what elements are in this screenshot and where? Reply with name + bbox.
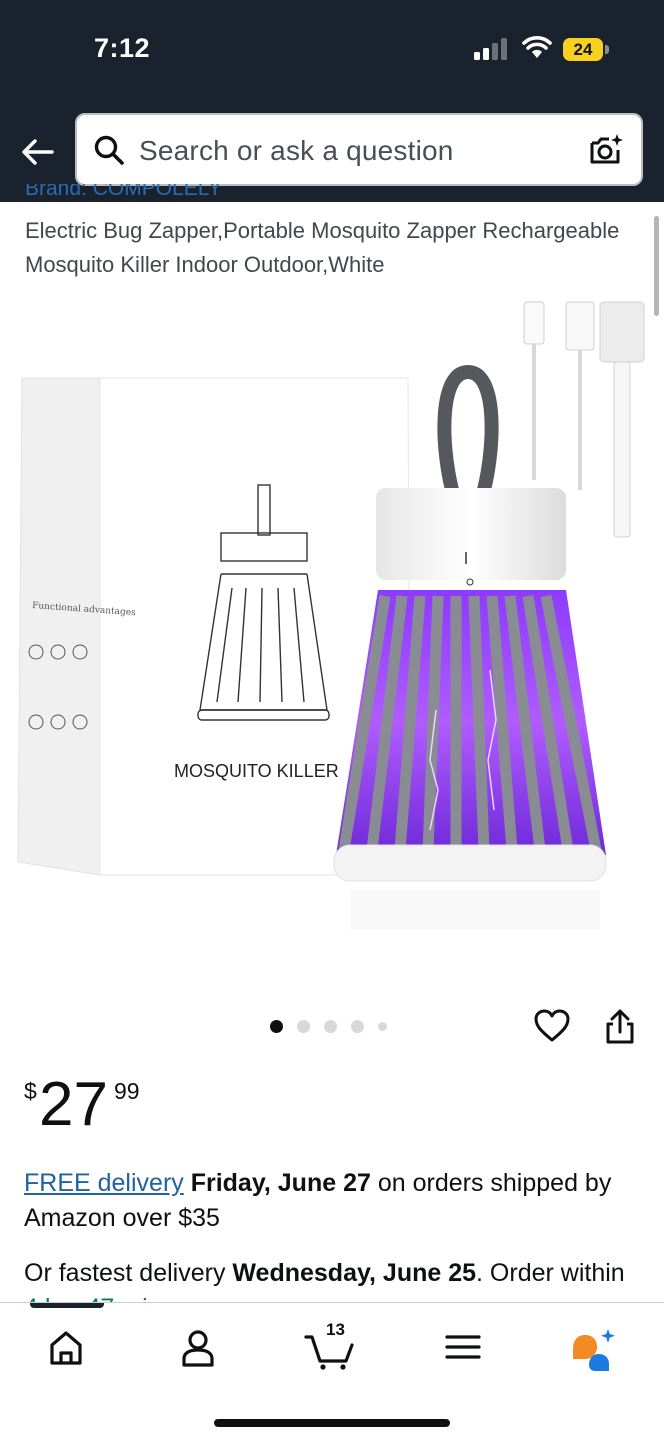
carousel-dot-5[interactable]: [378, 1021, 387, 1031]
search-bar[interactable]: Search or ask a question: [75, 113, 643, 186]
carousel-dot-1[interactable]: [270, 1019, 283, 1033]
camera-search-icon[interactable]: [587, 131, 625, 169]
carousel-dot-3[interactable]: [324, 1019, 337, 1033]
image-carousel-dots[interactable]: [270, 1019, 387, 1033]
back-arrow-icon[interactable]: [18, 132, 58, 172]
status-bar: 7:12 24: [0, 0, 664, 100]
top-header: 7:12 24 Search or ask a question: [0, 0, 664, 202]
price-whole: 27: [39, 1070, 108, 1139]
status-time: 7:12: [94, 33, 151, 63]
battery-indicator: 24: [563, 38, 603, 61]
delivery-date: Friday, June 27: [190, 1169, 371, 1197]
wifi-icon: [522, 36, 552, 58]
brand-link-partial[interactable]: Brand: COMPOLELY: [25, 184, 285, 202]
product-image[interactable]: Functional advantages MOSQUITO KILLER: [0, 290, 664, 970]
rufus-assistant-icon[interactable]: [565, 1323, 625, 1371]
menu-icon[interactable]: [433, 1323, 493, 1371]
fastest-date: Wednesday, June 25: [232, 1259, 477, 1287]
active-tab-indicator: [30, 1303, 104, 1308]
cart-count: 13: [326, 1320, 345, 1339]
search-icon: [94, 135, 124, 165]
home-indicator[interactable]: [214, 1419, 450, 1427]
price-fraction: 99: [114, 1078, 140, 1104]
heart-icon[interactable]: [533, 1008, 571, 1044]
home-icon[interactable]: [36, 1323, 96, 1371]
delivery-info: FREE delivery Friday, June 27 on orders …: [24, 1166, 634, 1236]
order-countdown: 4 hrs 47 mins: [24, 1294, 174, 1302]
account-icon[interactable]: [168, 1323, 228, 1371]
search-input[interactable]: Search or ask a question: [139, 135, 454, 167]
carousel-dot-4[interactable]: [351, 1019, 364, 1033]
battery-nub: [605, 45, 609, 54]
cellular-signal-icon: [474, 38, 507, 60]
cart-button[interactable]: 13: [302, 1320, 362, 1371]
product-title: Electric Bug Zapper,Portable Mosquito Za…: [25, 218, 620, 277]
bottom-navigation: 13: [0, 1302, 664, 1440]
fastest-delivery: Or fastest delivery Wednesday, June 25. …: [24, 1256, 634, 1302]
carousel-dot-2[interactable]: [297, 1019, 310, 1033]
box-label: MOSQUITO KILLER: [174, 761, 339, 781]
share-icon[interactable]: [603, 1008, 637, 1046]
price-symbol: $: [24, 1078, 37, 1104]
free-delivery-link[interactable]: FREE delivery: [24, 1169, 184, 1197]
